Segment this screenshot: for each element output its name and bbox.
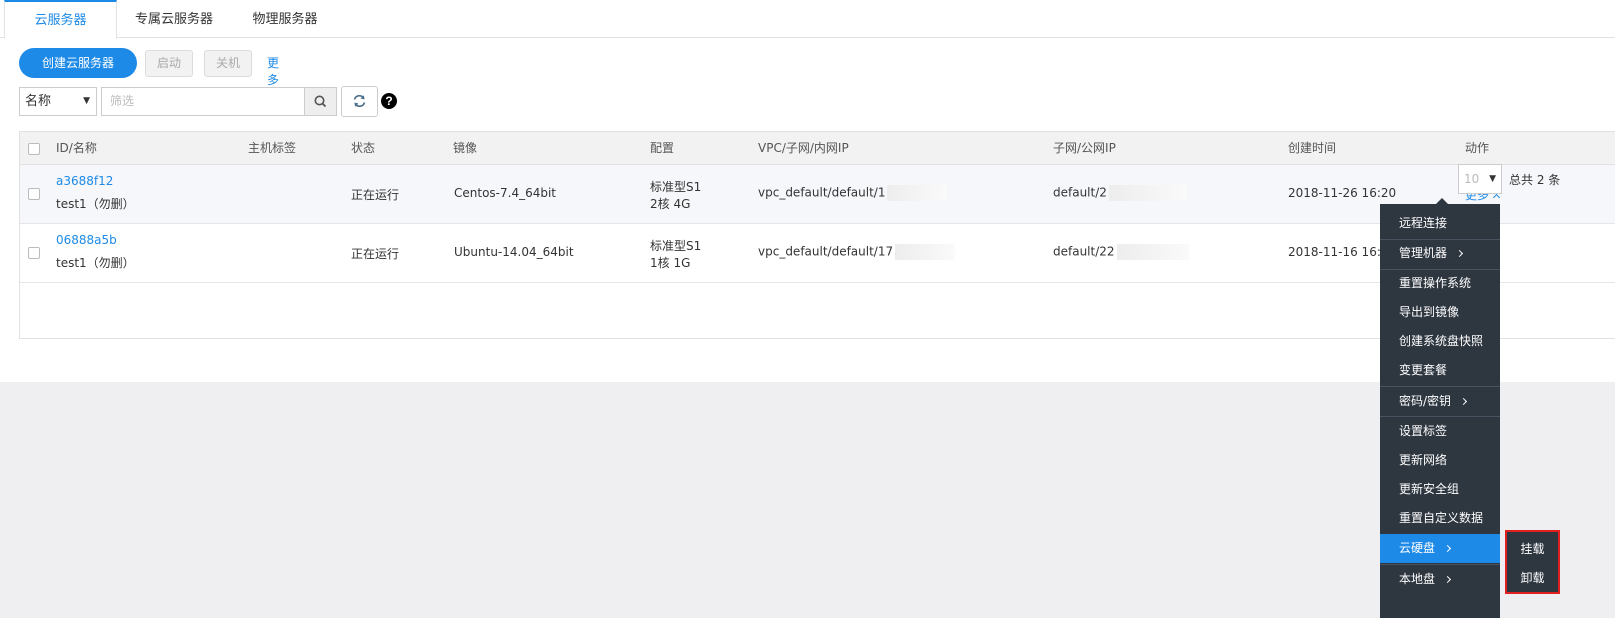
col-id-name: ID/名称 [56, 141, 97, 155]
table-row: 06888a5b test1（勿删） 正在运行 Ubuntu-14.04_64b… [20, 224, 1615, 283]
menu-item-label: 本地盘 [1399, 572, 1436, 586]
redacted-ip [1108, 185, 1187, 201]
server-status: 正在运行 [351, 247, 400, 261]
dropdown-arrow-icon: ▼ [83, 96, 90, 106]
filter-field-select[interactable]: 名称 ▼ [19, 87, 97, 116]
menu-item-cloud-disk[interactable]: 云硬盘 [1380, 534, 1500, 563]
server-vpc: vpc_default/default/17 [758, 244, 956, 260]
page-size-select[interactable]: 10 ▼ [1458, 164, 1502, 194]
start-button[interactable]: 启动 [145, 50, 193, 77]
col-created: 创建时间 [1288, 141, 1337, 155]
server-id-link[interactable]: 06888a5b [56, 233, 117, 247]
dropdown-arrow-icon: ▼ [1489, 174, 1496, 184]
page-background-grey [0, 382, 1615, 618]
server-public-ip: default/2 [1053, 185, 1187, 201]
submenu-item-attach[interactable]: 挂载 [1507, 535, 1558, 564]
menu-item-update-network[interactable]: 更新网络 [1380, 446, 1500, 475]
server-config-spec: 2核 4G [650, 197, 691, 211]
tab-dedicated-cloud-server[interactable]: 专属云服务器 [119, 0, 229, 39]
submenu-item-detach[interactable]: 卸载 [1507, 564, 1558, 593]
shutdown-button[interactable]: 关机 [204, 50, 252, 77]
menu-item-remote-connect[interactable]: 远程连接 [1380, 209, 1500, 238]
pager-total: 总共 2 条 [1509, 173, 1561, 187]
search-button[interactable] [304, 87, 337, 116]
page-size-value: 10 [1464, 172, 1480, 186]
menu-item-manage-machine[interactable]: 管理机器 [1380, 239, 1500, 268]
redacted-ip [887, 185, 948, 201]
create-server-button[interactable]: 创建云服务器 [19, 48, 137, 78]
more-actions-menu: 远程连接 管理机器 重置操作系统 导出到镜像 创建系统盘快照 变更套餐 密码/密… [1380, 204, 1500, 618]
server-vpc-text: vpc_default/default/1 [758, 185, 886, 200]
filter-field-value: 名称 [25, 94, 52, 109]
row-checkbox[interactable] [28, 247, 40, 259]
redacted-ip [895, 244, 956, 260]
server-public-ip-text: default/2 [1053, 185, 1107, 200]
chevron-right-icon [1443, 544, 1452, 553]
server-table: ID/名称 主机标签 状态 镜像 配置 VPC/子网/内网IP 子网/公网IP … [19, 131, 1615, 339]
col-host-tag: 主机标签 [248, 141, 297, 155]
server-config-type: 标准型S1 [650, 180, 702, 194]
menu-item-create-snapshot[interactable]: 创建系统盘快照 [1380, 327, 1500, 356]
menu-item-label: 密码/密钥 [1399, 394, 1452, 408]
search-icon [314, 95, 327, 108]
server-status: 正在运行 [351, 188, 400, 202]
chevron-up-icon [1492, 193, 1501, 202]
server-config-type: 标准型S1 [650, 239, 702, 253]
menu-item-reset-custom-data[interactable]: 重置自定义数据 [1380, 504, 1500, 533]
menu-item-label: 管理机器 [1399, 246, 1448, 260]
menu-item-update-security-group[interactable]: 更新安全组 [1380, 475, 1500, 504]
tab-bar: 云服务器 专属云服务器 物理服务器 [0, 0, 1615, 39]
col-image: 镜像 [453, 141, 478, 155]
menu-item-local-disk[interactable]: 本地盘 [1380, 565, 1500, 594]
menu-item-label: 云硬盘 [1399, 541, 1436, 555]
select-all-checkbox[interactable] [28, 143, 40, 155]
server-vpc: vpc_default/default/1 [758, 185, 948, 201]
refresh-button[interactable] [341, 86, 378, 117]
server-config-spec: 1核 1G [650, 256, 691, 270]
server-name: test1（勿删） [56, 197, 135, 211]
col-vpc: VPC/子网/内网IP [758, 141, 849, 155]
table-header: ID/名称 主机标签 状态 镜像 配置 VPC/子网/内网IP 子网/公网IP … [20, 132, 1615, 165]
server-vpc-text: vpc_default/default/17 [758, 244, 894, 259]
chevron-right-icon [1460, 397, 1468, 406]
menu-item-reset-os[interactable]: 重置操作系统 [1380, 269, 1500, 298]
menu-item-password-key[interactable]: 密码/密钥 [1380, 387, 1500, 416]
cloud-disk-submenu: 挂载 卸载 [1505, 530, 1560, 594]
col-action: 动作 [1465, 141, 1490, 155]
server-image: Centos-7.4_64bit [454, 186, 557, 200]
server-public-ip-text: default/22 [1053, 244, 1115, 259]
col-status: 状态 [351, 141, 376, 155]
server-public-ip: default/22 [1053, 244, 1189, 260]
help-icon[interactable]: ? [381, 93, 397, 109]
row-checkbox[interactable] [28, 188, 40, 200]
server-created: 2018-11-26 16:20 [1288, 186, 1397, 200]
menu-item-change-plan[interactable]: 变更套餐 [1380, 356, 1500, 385]
chevron-right-icon [1443, 575, 1452, 584]
col-public-ip: 子网/公网IP [1053, 141, 1116, 155]
redacted-ip [1116, 244, 1189, 260]
search-input[interactable]: 筛选 [101, 87, 305, 116]
col-config: 配置 [650, 141, 675, 155]
more-actions-label: 更多 [267, 56, 280, 87]
menu-item-set-tags[interactable]: 设置标签 [1380, 417, 1500, 446]
tab-physical-server[interactable]: 物理服务器 [236, 0, 334, 39]
menu-item-export-image[interactable]: 导出到镜像 [1380, 298, 1500, 327]
refresh-icon [353, 94, 366, 108]
table-row: a3688f12 test1（勿删） 正在运行 Centos-7.4_64bit… [20, 165, 1615, 224]
chevron-right-icon [1455, 249, 1464, 258]
server-image: Ubuntu-14.04_64bit [454, 245, 574, 259]
server-name: test1（勿删） [56, 256, 135, 270]
server-id-link[interactable]: a3688f12 [56, 174, 113, 188]
tab-cloud-server[interactable]: 云服务器 [4, 0, 117, 39]
